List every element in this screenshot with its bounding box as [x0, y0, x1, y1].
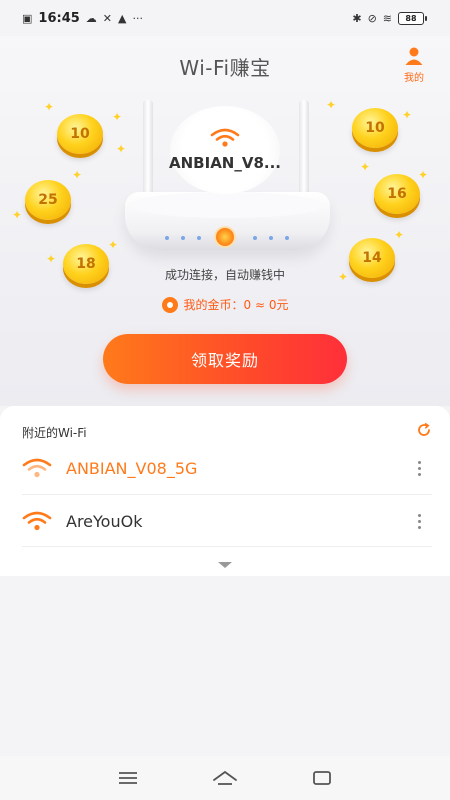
home-icon[interactable]	[212, 767, 238, 789]
connected-ssid-bubble: ANBIAN_V8...	[169, 106, 281, 194]
router-power-button	[214, 226, 236, 248]
status-bar: ▣ 16:45 ☁ ✕ ▲ ··· ✱ ⊘ ≋ 88	[0, 0, 450, 36]
more-options-icon[interactable]	[410, 513, 428, 529]
page-title: Wi-Fi赚宝	[179, 56, 271, 80]
coin-reward[interactable]: 16	[374, 174, 420, 214]
wifi-ssid: AreYouOk	[66, 511, 143, 531]
cloud-icon: ☁	[85, 11, 97, 25]
sparkle-icon: ✦	[72, 168, 83, 182]
router-led	[285, 236, 289, 240]
sparkle-icon: ✦	[418, 168, 429, 182]
sparkle-icon: ✦	[360, 160, 371, 174]
battery-icon: 88	[398, 11, 427, 25]
user-icon	[405, 47, 423, 65]
profile-label: 我的	[404, 73, 424, 84]
back-icon[interactable]	[309, 767, 335, 789]
router-led	[165, 236, 169, 240]
tools-icon: ✕	[102, 11, 113, 25]
wifi-list-item[interactable]: ANBIAN_V08_5G	[0, 442, 450, 494]
router-led	[253, 236, 257, 240]
sparkle-icon: ✦	[44, 100, 55, 114]
sparkle-icon: ✦	[326, 98, 337, 112]
connected-ssid: ANBIAN_V8...	[169, 154, 281, 172]
warning-icon: ▲	[118, 11, 127, 25]
connection-status-text: 成功连接，自动赚钱中	[164, 268, 285, 282]
sparkle-icon: ✦	[402, 108, 413, 122]
wifi-icon	[210, 128, 240, 147]
empty-content-area	[0, 576, 450, 756]
status-time: 16:45	[38, 10, 80, 26]
wifi-list-item[interactable]: AreYouOk	[0, 495, 450, 547]
coin-reward[interactable]: 25	[25, 180, 71, 220]
coin-reward[interactable]: 10	[57, 114, 103, 154]
sparkle-icon: ✦	[116, 142, 127, 156]
gold-balance: 我的金币：0 ≈ 0元	[0, 296, 450, 313]
sparkle-icon: ✦	[108, 238, 119, 252]
sparkle-icon: ✦	[112, 110, 123, 124]
router-led	[269, 236, 273, 240]
wifi-signal-icon: ≋	[382, 11, 392, 25]
notification-icon: ▣	[22, 11, 33, 25]
mute-icon: ⊘	[367, 11, 377, 25]
router-led	[197, 236, 201, 240]
claim-reward-button[interactable]: 领取奖励	[103, 334, 347, 384]
router-top	[131, 192, 324, 218]
status-right: ✱ ⊘ ≋ 88	[352, 11, 427, 25]
gold-coin-icon	[161, 296, 178, 313]
system-navigation-bar	[0, 756, 450, 800]
router-led	[181, 236, 185, 240]
sparkle-icon: ✦	[394, 228, 405, 242]
wifi-icon	[22, 511, 52, 531]
nearby-wifi-card: 附近的Wi-Fi ANBIAN_V08_5G AreYouOk	[0, 406, 450, 576]
bluetooth-icon: ✱	[352, 11, 362, 25]
more-notifications-icon: ···	[132, 11, 143, 25]
wifi-icon	[22, 458, 52, 478]
refresh-icon[interactable]	[416, 422, 432, 438]
status-left: ▣ 16:45 ☁ ✕ ▲ ···	[22, 11, 143, 26]
sparkle-icon: ✦	[46, 252, 57, 266]
coin-reward[interactable]: 10	[352, 108, 398, 148]
wifi-ssid: ANBIAN_V08_5G	[66, 458, 198, 478]
sparkle-icon: ✦	[12, 208, 23, 222]
divider	[22, 546, 432, 547]
expand-chevron-down-icon[interactable]	[216, 560, 234, 570]
gold-balance-label: 我的金币：0 ≈ 0元	[183, 298, 289, 312]
profile-button[interactable]: 我的	[396, 46, 432, 84]
nearby-wifi-header: 附近的Wi-Fi	[22, 426, 87, 440]
menu-icon[interactable]	[115, 767, 141, 789]
more-options-icon[interactable]	[410, 460, 428, 476]
